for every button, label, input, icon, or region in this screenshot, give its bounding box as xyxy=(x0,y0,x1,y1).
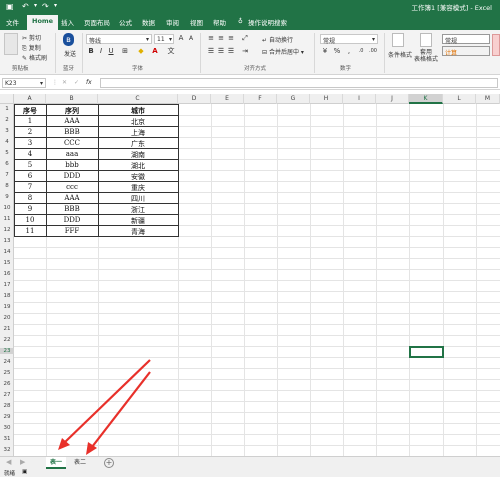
arrow-to-sheet1 xyxy=(58,359,151,450)
arrow-line xyxy=(91,371,151,448)
arrow-line xyxy=(63,359,151,444)
annotation-arrows xyxy=(58,359,151,455)
